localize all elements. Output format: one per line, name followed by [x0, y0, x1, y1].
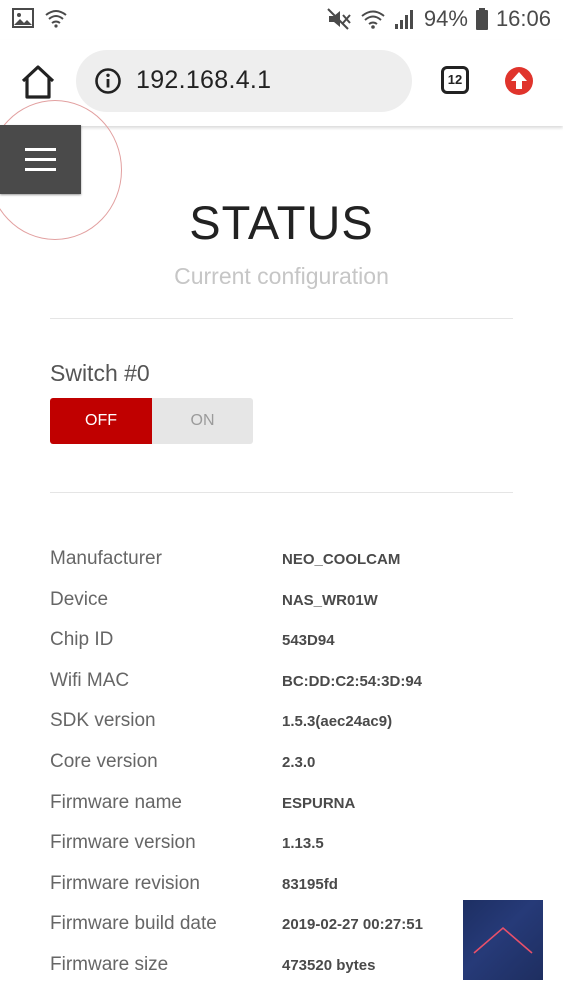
info-row-firmware-name: Firmware name ESPURNA: [50, 792, 513, 832]
info-label: Device: [50, 589, 109, 610]
info-row-firmware-version: Firmware version 1.13.5: [50, 832, 513, 872]
home-icon[interactable]: [18, 62, 58, 102]
info-row-firmware-build-date: Firmware build date 2019-02-27 00:27:51: [50, 913, 513, 953]
url-text[interactable]: 192.168.4.1: [136, 66, 271, 95]
info-label: Core version: [50, 751, 158, 772]
address-bar[interactable]: 192.168.4.1: [76, 50, 412, 112]
info-row-manufacturer: Manufacturer NEO_COOLCAM: [50, 548, 513, 588]
page-subtitle: Current configuration: [174, 263, 389, 289]
chevron-up-icon: [473, 926, 533, 954]
info-value: 2.3.0: [282, 754, 316, 771]
switch-off-option[interactable]: OFF: [50, 398, 152, 444]
status-bar: 94% 16:06: [0, 0, 563, 40]
info-label: Firmware revision: [50, 873, 200, 894]
info-row-core-version: Core version 2.3.0: [50, 751, 513, 791]
switch-toggle[interactable]: OFF ON: [50, 398, 253, 444]
info-label: Firmware version: [50, 832, 196, 853]
battery-percent: 94%: [423, 6, 468, 31]
info-value: 543D94: [282, 632, 335, 649]
info-row-sdk-version: SDK version 1.5.3(aec24ac9): [50, 710, 513, 750]
scroll-to-top-button[interactable]: [463, 900, 543, 980]
info-icon[interactable]: [94, 67, 122, 95]
info-value: NEO_COOLCAM: [282, 551, 401, 568]
info-row-chip-id: Chip ID 543D94: [50, 629, 513, 669]
wifi-notification-icon: [45, 10, 67, 28]
info-label: Firmware name: [50, 792, 182, 813]
switch-on-option[interactable]: ON: [152, 398, 253, 444]
battery-icon: [475, 8, 488, 30]
info-value: BC:DD:C2:54:3D:94: [282, 673, 423, 690]
info-value: 1.13.5: [282, 835, 324, 852]
info-value: 2019-02-27 00:27:51: [282, 916, 423, 933]
info-row-device: Device NAS_WR01W: [50, 589, 513, 629]
image-notification-icon: [12, 8, 34, 28]
info-row-wifi-mac: Wifi MAC BC:DD:C2:54:3D:94: [50, 670, 513, 710]
wifi-icon: [361, 10, 385, 29]
tab-switcher-button[interactable]: 12: [441, 66, 469, 94]
page-title: STATUS: [189, 196, 374, 249]
info-value: 83195fd: [282, 876, 338, 893]
info-value: ESPURNA: [282, 795, 356, 812]
info-label: Firmware size: [50, 954, 169, 975]
signal-icon: [394, 10, 413, 29]
info-value: NAS_WR01W: [282, 592, 378, 609]
info-label: Manufacturer: [50, 548, 162, 569]
switch-label: Switch #0: [50, 360, 150, 386]
info-value: 473520 bytes: [282, 957, 376, 974]
divider: [50, 318, 513, 319]
info-row-firmware-size: Firmware size 473520 bytes: [50, 954, 513, 994]
info-row-firmware-revision: Firmware revision 83195fd: [50, 873, 513, 913]
clock: 16:06: [495, 6, 551, 31]
divider: [50, 492, 513, 493]
info-value: 1.5.3(aec24ac9): [282, 713, 393, 730]
update-arrow-icon[interactable]: [503, 65, 535, 97]
hamburger-icon: [25, 148, 56, 151]
info-label: Chip ID: [50, 629, 114, 650]
info-label: Wifi MAC: [50, 670, 130, 691]
menu-button[interactable]: [0, 125, 81, 194]
mute-icon: [327, 8, 351, 30]
info-label: Firmware build date: [50, 913, 217, 934]
info-label: SDK version: [50, 710, 156, 731]
